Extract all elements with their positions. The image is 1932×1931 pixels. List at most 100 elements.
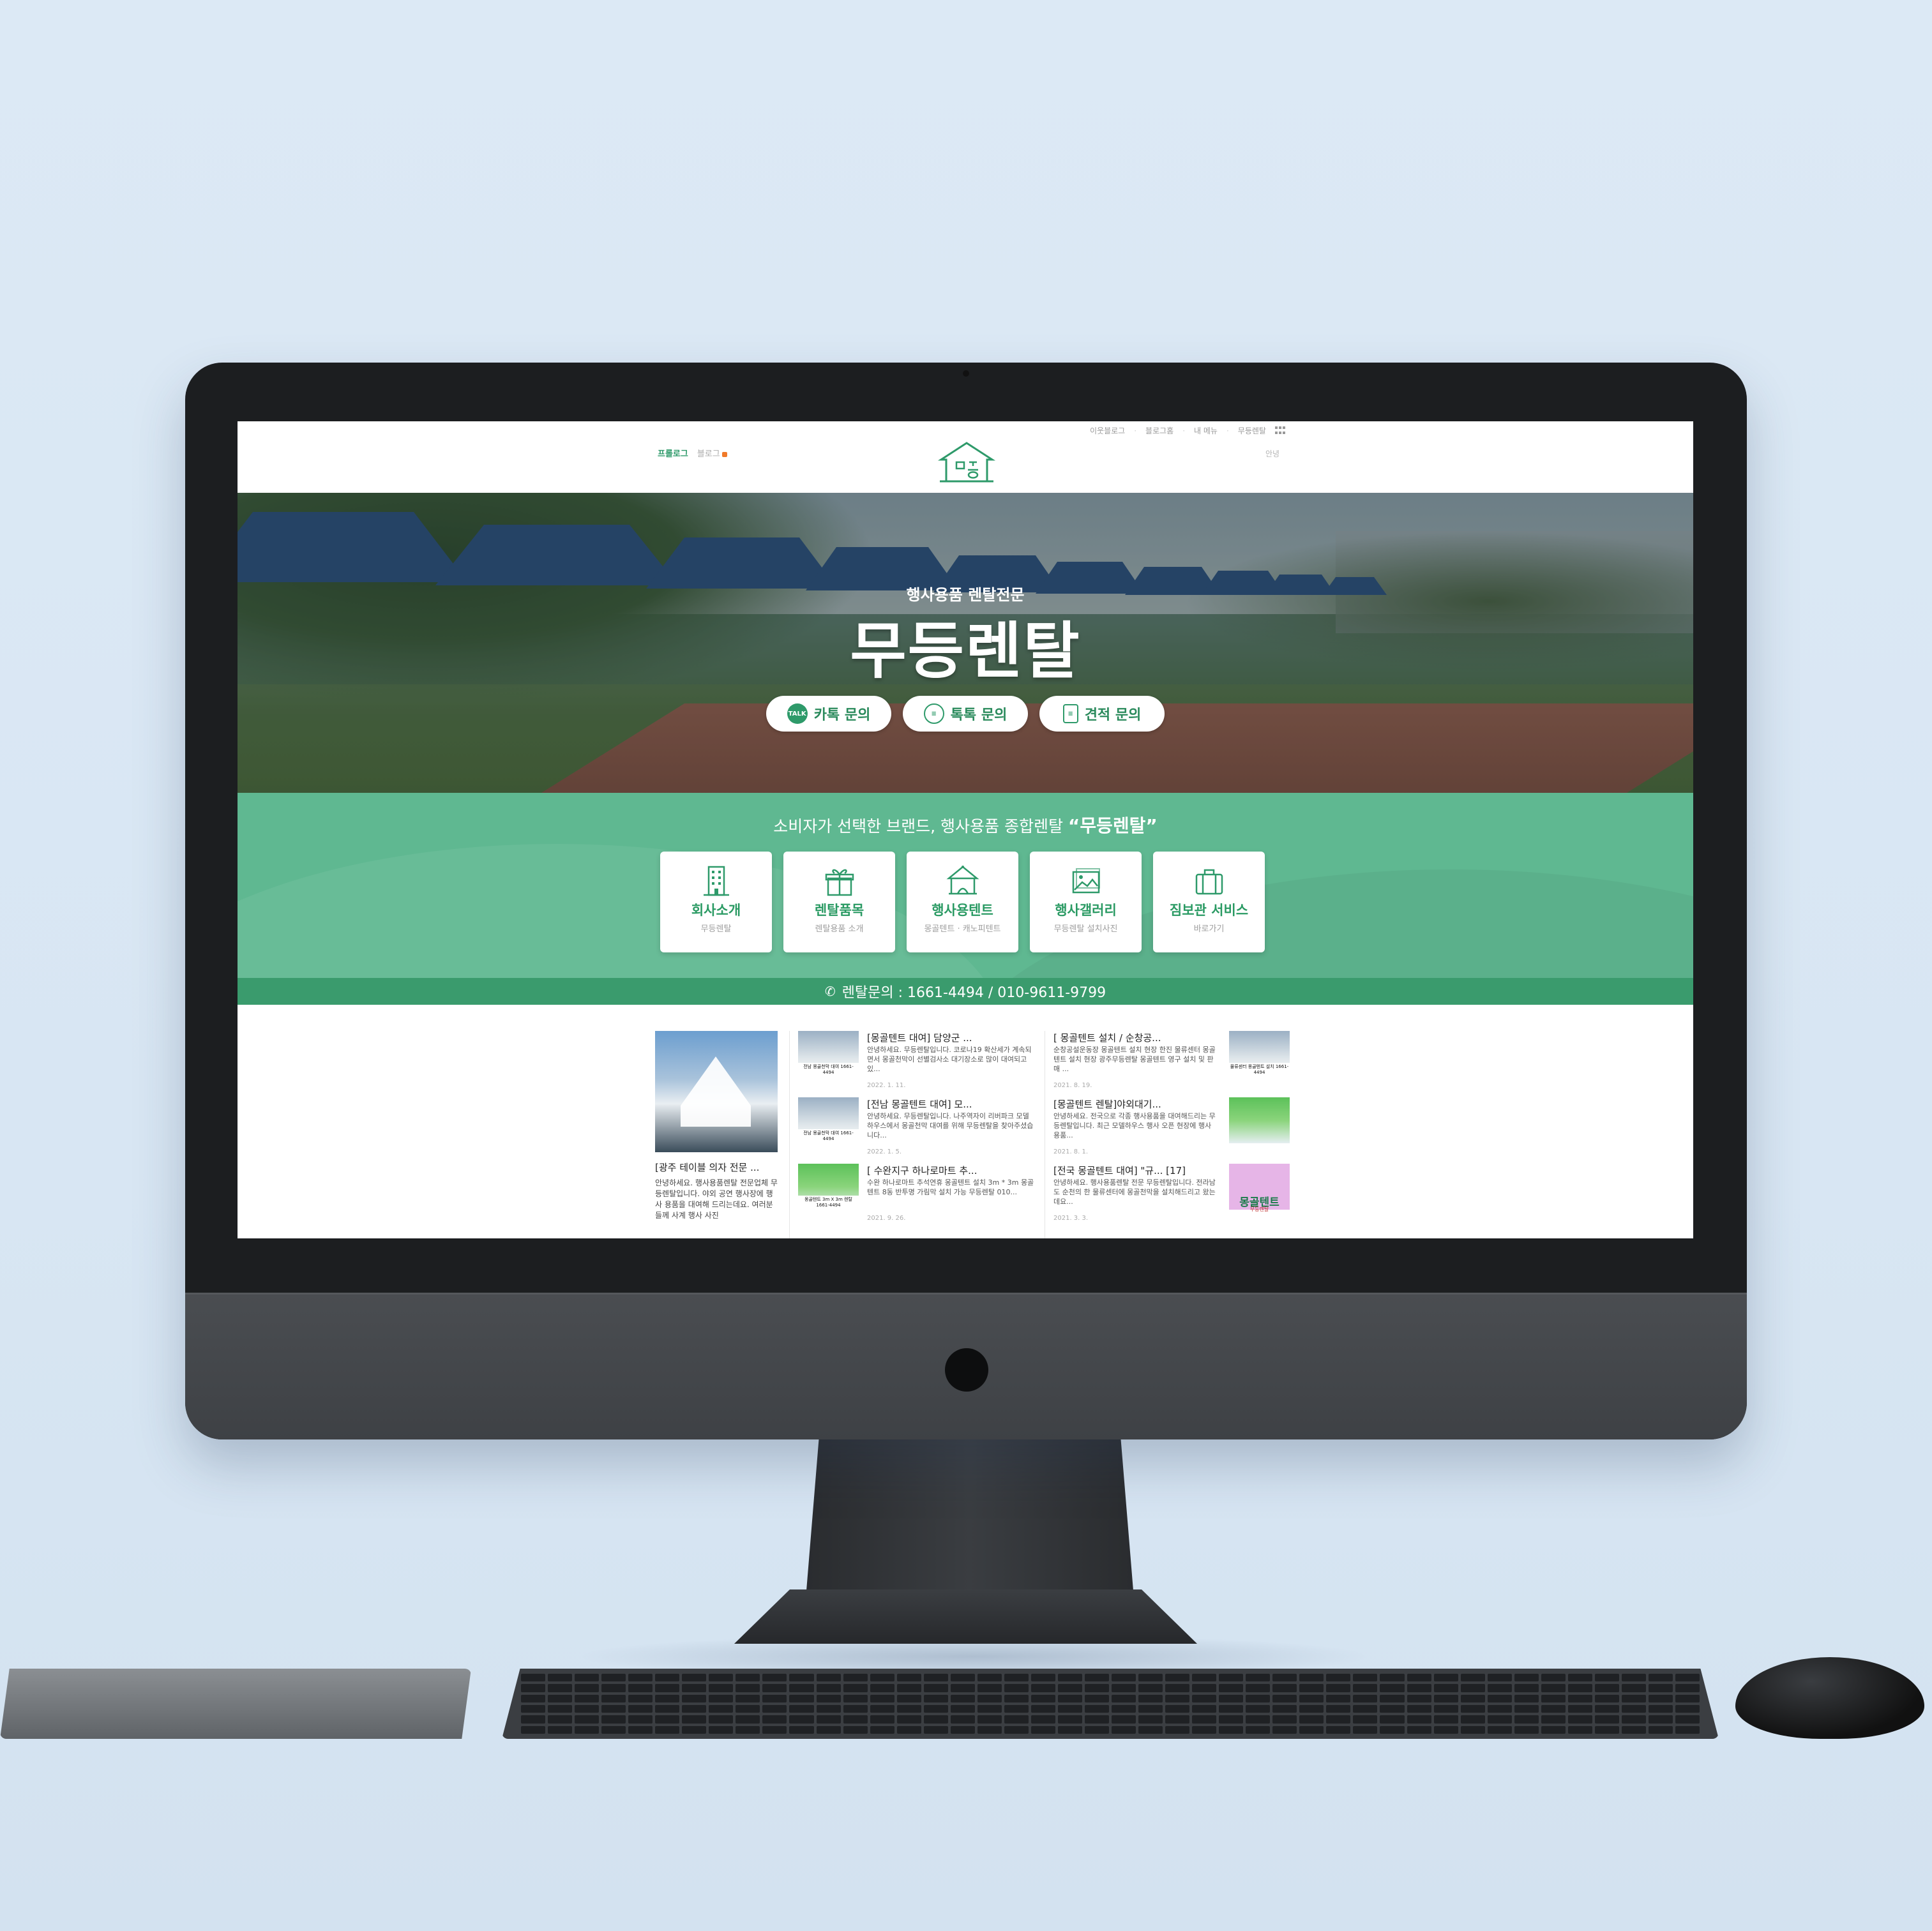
- gift-icon: [825, 869, 854, 896]
- thumbnail-caption: 전남 몽골천막 대여 1661-4494: [798, 1129, 859, 1143]
- post-title[interactable]: [ 몽골텐트 설치 / 순창공...: [1053, 1031, 1216, 1044]
- keyboard-key: [575, 1674, 600, 1682]
- post-item[interactable]: 전남 몽골천막 대여 1661-4494 [전남 몽골텐트 대여] 모... 안…: [798, 1097, 1034, 1164]
- featured-post[interactable]: [광주 테이블 의자 전문 ... 안녕하세요. 행사용품렌탈 전문업체 무등렌…: [655, 1031, 778, 1221]
- keyboard-key: [1353, 1704, 1378, 1713]
- post-item[interactable]: 전남 몽골천막 대여 1661-4494 [몽골텐트 대여] 담양군 ... 안…: [798, 1031, 1034, 1097]
- keyboard-key: [628, 1725, 653, 1734]
- keyboard-key: [762, 1694, 787, 1702]
- keyboard-key: [521, 1704, 546, 1713]
- tab-blog[interactable]: 블로그: [697, 447, 727, 459]
- post-title[interactable]: [ 수완지구 하나로마트 추...: [867, 1164, 1034, 1177]
- post-title[interactable]: [몽골텐트 대여] 담양군 ...: [867, 1031, 1034, 1044]
- post-title[interactable]: [전국 몽골텐트 대여] "규... [17]: [1053, 1164, 1216, 1177]
- card-rental-items[interactable]: 렌탈품목 렌탈용품 소개: [783, 852, 895, 952]
- keyboard-key: [1433, 1715, 1458, 1724]
- post-item[interactable]: [몽골텐트 렌탈]야외대기... 안녕하세요. 전국으로 각종 행사용품을 대여…: [1053, 1097, 1290, 1164]
- keyboard-key: [1621, 1715, 1646, 1724]
- keyboard-key: [709, 1725, 734, 1734]
- keyboard-key: [1567, 1725, 1592, 1734]
- util-link-bloghome[interactable]: 블로그홈: [1145, 425, 1174, 436]
- apps-grid-icon[interactable]: [1274, 426, 1285, 435]
- keyboard: [502, 1669, 1719, 1739]
- contact-numbers[interactable]: 렌탈문의 : 1661-4494 / 010-9611-9799: [842, 981, 1106, 1002]
- keyboard-key: [1460, 1725, 1485, 1734]
- keyboard-key: [1675, 1674, 1700, 1682]
- keyboard-key: [709, 1674, 734, 1682]
- post-excerpt: 순창공설운동장 몽골텐트 설치 현장 한진 물류센터 몽골텐트 설치 현장 광주…: [1053, 1046, 1216, 1073]
- post-item[interactable]: 몽골텐트 무등렌탈 [전국 몽골텐트 대여] "규... [17] 안녕하세요.…: [1053, 1164, 1290, 1230]
- building-icon: [703, 866, 729, 896]
- estimate-inquiry-button[interactable]: ≡ 견적 문의: [1039, 696, 1165, 732]
- keyboard-key: [1138, 1684, 1163, 1692]
- keyboard-key: [1219, 1715, 1244, 1724]
- card-event-gallery[interactable]: 행사갤러리 무등렌탈 설치사진: [1030, 852, 1142, 952]
- card-event-tent[interactable]: 행사용텐트 몽골텐트 · 캐노피텐트: [907, 852, 1018, 952]
- keyboard-key: [1541, 1725, 1566, 1734]
- util-link-profile[interactable]: 무등렌탈: [1238, 425, 1266, 436]
- keyboard-key: [923, 1694, 948, 1702]
- keyboard-key: [789, 1704, 814, 1713]
- keyboard-key: [1433, 1674, 1458, 1682]
- keyboard-key: [1675, 1684, 1700, 1692]
- post-item[interactable]: 물류센터 몽골텐트 설치 1661-4494 [ 몽골텐트 설치 / 순창공..…: [1053, 1031, 1290, 1097]
- card-company-intro[interactable]: 회사소개 무등렌탈: [660, 852, 772, 952]
- menu-cards: 회사소개 무등렌탈 렌탈품목 렌탈용품 소개 행사용텐트 몽골텐트 · 캐노피텐…: [660, 852, 1265, 952]
- keyboard-key: [736, 1674, 760, 1682]
- post-item[interactable]: 몽골텐트 3m X 3m 렌탈 1661-4494 [ 수완지구 하나로마트 추…: [798, 1164, 1034, 1230]
- keyboard-key: [655, 1715, 680, 1724]
- keyboard-key: [1326, 1694, 1351, 1702]
- keyboard-key: [1487, 1694, 1512, 1702]
- keyboard-key: [1621, 1684, 1646, 1692]
- post-thumbnail[interactable]: 몽골텐트 무등렌탈: [1229, 1164, 1290, 1212]
- featured-post-title[interactable]: [광주 테이블 의자 전문 ...: [655, 1161, 778, 1174]
- post-thumbnail[interactable]: 전남 몽골천막 대여 1661-4494: [798, 1031, 859, 1077]
- keyboard-key: [789, 1684, 814, 1692]
- keyboard-key: [923, 1684, 948, 1692]
- keyboard-key: [1004, 1725, 1029, 1734]
- keyboard-key: [1272, 1725, 1297, 1734]
- post-date: 2022. 1. 11.: [867, 1082, 906, 1089]
- keyboard-key: [843, 1725, 868, 1734]
- keyboard-key: [1246, 1694, 1271, 1702]
- post-title[interactable]: [전남 몽골텐트 대여] 모...: [867, 1097, 1034, 1111]
- post-title[interactable]: [몽골텐트 렌탈]야외대기...: [1053, 1097, 1216, 1111]
- keyboard-key: [682, 1725, 707, 1734]
- talktalk-inquiry-button[interactable]: ≡ 톡톡 문의: [903, 696, 1028, 732]
- keyboard-key: [762, 1725, 787, 1734]
- keyboard-key: [789, 1694, 814, 1702]
- keyboard-key: [628, 1674, 653, 1682]
- talktalk-inquiry-label: 톡톡 문의: [950, 707, 1008, 723]
- monitor-chin: [185, 1293, 1747, 1439]
- clipboard-icon: ≡: [1062, 704, 1078, 723]
- util-link-neighbor[interactable]: 이웃블로그: [1090, 425, 1125, 436]
- keyboard-key: [870, 1704, 894, 1713]
- card-title: 행사용텐트: [932, 903, 993, 918]
- post-excerpt: 수완 하나로마트 추석연휴 몽골텐트 설치 3m * 3m 몽골텐트 8동 반투…: [867, 1178, 1034, 1196]
- keyboard-key: [1487, 1704, 1512, 1713]
- keyboard-key: [1567, 1715, 1592, 1724]
- post-thumbnail[interactable]: [1229, 1097, 1290, 1143]
- login-link[interactable]: 안녕: [1265, 448, 1279, 459]
- keyboard-key: [1138, 1674, 1163, 1682]
- kakaotalk-inquiry-button[interactable]: TALK 카톡 문의: [766, 696, 891, 732]
- tab-prologue[interactable]: 프롤로그: [658, 447, 688, 459]
- gallery-icon: [1072, 868, 1100, 894]
- keyboard-key: [548, 1715, 573, 1724]
- card-luggage-service[interactable]: 짐보관 서비스 바로가기: [1153, 852, 1265, 952]
- card-title: 렌탈품목: [814, 903, 864, 918]
- keyboard-key: [896, 1694, 921, 1702]
- keyboard-key: [628, 1694, 653, 1702]
- keyboard-key: [977, 1674, 1002, 1682]
- post-thumbnail[interactable]: 물류센터 몽골텐트 설치 1661-4494: [1229, 1031, 1290, 1077]
- post-thumbnail[interactable]: 전남 몽골천막 대여 1661-4494: [798, 1097, 859, 1143]
- keyboard-key: [896, 1715, 921, 1724]
- keyboard-key: [1675, 1704, 1700, 1713]
- post-thumbnail[interactable]: 몽골텐트 3m X 3m 렌탈 1661-4494: [798, 1164, 859, 1210]
- util-link-mymenu[interactable]: 내 메뉴: [1194, 425, 1218, 436]
- keyboard-key: [1219, 1694, 1244, 1702]
- keyboard-key: [1057, 1674, 1082, 1682]
- keyboard-key: [736, 1715, 760, 1724]
- featured-post-thumbnail[interactable]: [655, 1031, 778, 1152]
- mudeung-logo[interactable]: [937, 439, 996, 485]
